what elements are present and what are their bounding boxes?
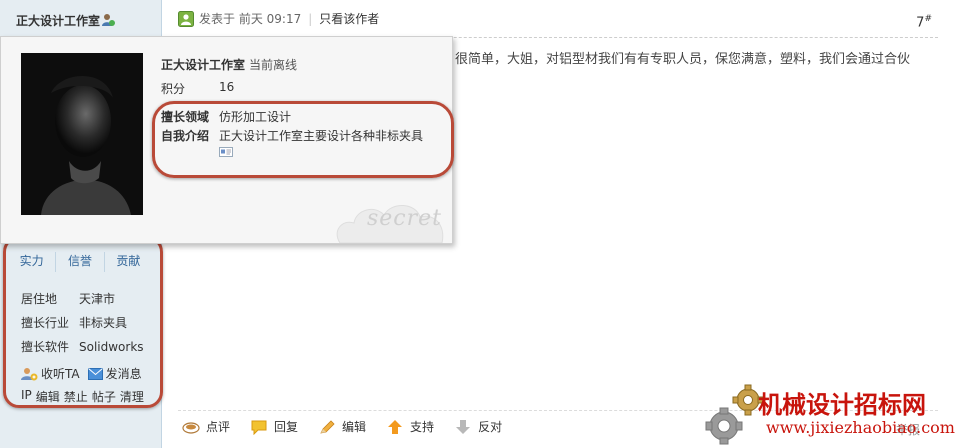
user-avatar[interactable] xyxy=(21,53,143,215)
posted-prefix: 发表于 xyxy=(199,12,236,26)
post-date: 发表于 前天 09:17 xyxy=(199,10,301,27)
pencil-icon xyxy=(320,419,335,434)
reply-bubble-icon xyxy=(251,420,267,435)
oppose-button[interactable]: 反对 xyxy=(454,418,502,435)
comment-bowl-icon xyxy=(182,421,200,434)
popup-username[interactable]: 正大设计工作室 xyxy=(161,58,245,72)
support-label: 支持 xyxy=(410,420,435,434)
popup-username-row: 正大设计工作室 当前离线 xyxy=(161,56,297,73)
author-status-icon xyxy=(178,10,194,27)
online-status: 当前离线 xyxy=(249,58,298,72)
arrow-up-icon xyxy=(388,419,403,434)
floor-mark: # xyxy=(924,14,932,24)
points-row: 积分 16 xyxy=(161,80,234,97)
reply-label: 回复 xyxy=(274,420,299,434)
annotation-oval-popup xyxy=(152,101,454,178)
points-value: 16 xyxy=(219,80,235,94)
verified-user-icon xyxy=(102,14,116,26)
oppose-label: 反对 xyxy=(478,420,503,434)
site-watermark: 机械设计招标网 www.jixiezhaobiao.com xyxy=(700,380,958,448)
avatar-photo xyxy=(21,53,143,215)
support-button[interactable]: 支持 xyxy=(386,418,434,435)
floor-number[interactable]: 7# xyxy=(916,14,932,30)
arrow-down-icon xyxy=(456,419,471,434)
user-profile-popup: 正大设计工作室 当前离线 积分 16 擅长领域 仿形加工设计 自我介绍 正大设计工… xyxy=(0,36,454,244)
edit-label: 编辑 xyxy=(342,420,367,434)
posted-time: 前天 09:17 xyxy=(238,12,302,26)
watermark-url: www.jixiezhaobiao.com xyxy=(766,418,955,437)
reply-button[interactable]: 回复 xyxy=(250,418,298,435)
points-label: 积分 xyxy=(161,82,186,96)
post-header: 发表于 前天 09:17 | 只看该作者 7# xyxy=(178,0,938,38)
only-author-link[interactable]: 只看该作者 xyxy=(319,10,379,27)
annotation-oval-left xyxy=(3,236,163,408)
author-name[interactable]: 正大设计工作室 xyxy=(16,12,116,29)
comment-label: 点评 xyxy=(206,420,231,434)
comment-button[interactable]: 点评 xyxy=(182,418,230,435)
header-separator: | xyxy=(308,11,313,26)
post-content: 很简单，大姐，对铝型材我们有有专职人员，保您满意，塑料，我们会通过合伙 xyxy=(455,52,911,67)
edit-button[interactable]: 编辑 xyxy=(318,418,366,435)
watermark-chinese: 机械设计招标网 xyxy=(758,390,926,419)
author-name-text[interactable]: 正大设计工作室 xyxy=(16,14,100,28)
secret-watermark: secret xyxy=(366,206,442,231)
